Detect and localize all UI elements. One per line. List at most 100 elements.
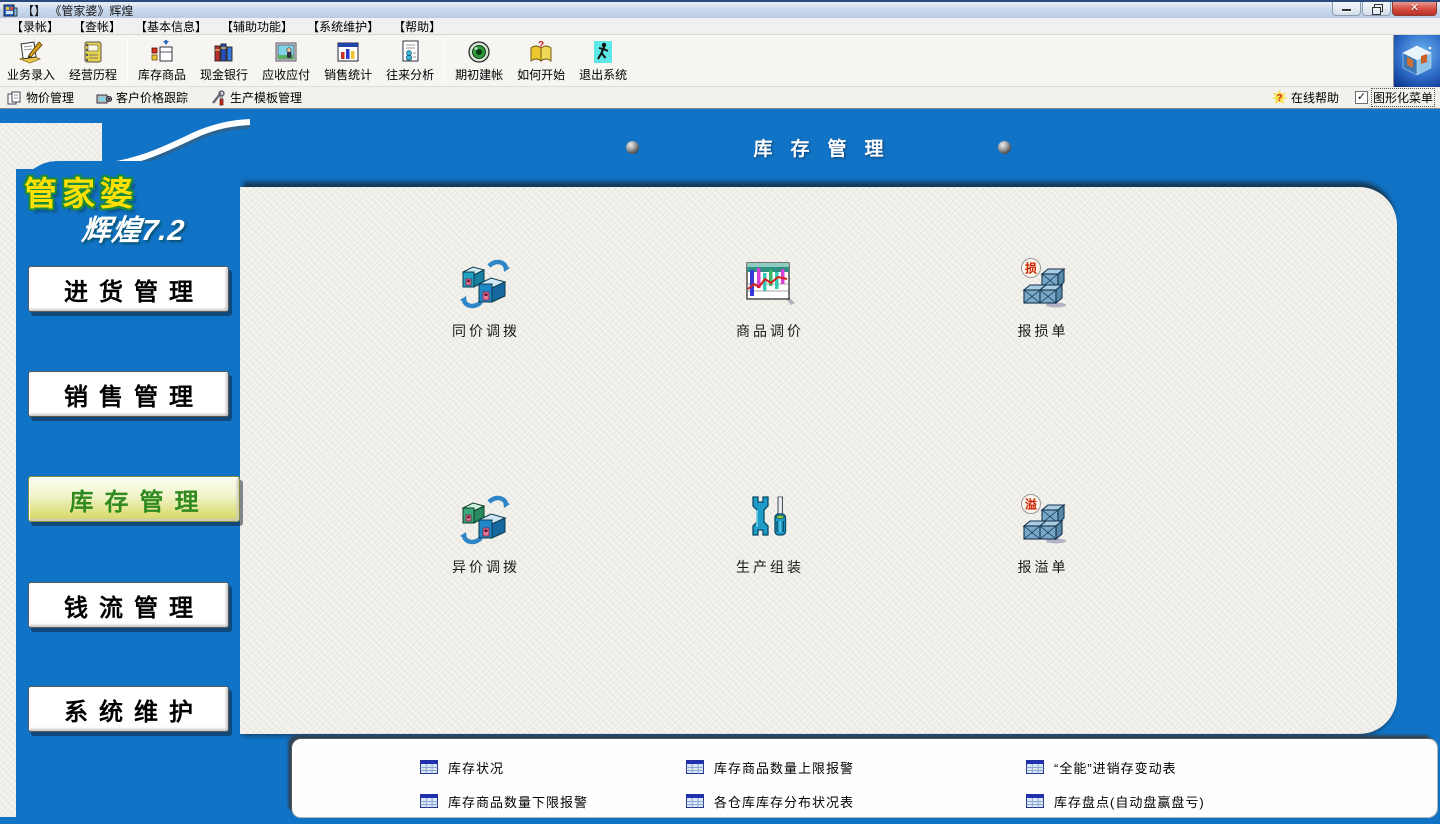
- function-label: 报溢单: [973, 557, 1113, 577]
- inventory-goods-icon: [149, 39, 175, 65]
- main-toolbar: 业务录入 经营历程 库存商品: [0, 35, 1440, 87]
- menu-record[interactable]: 【录帐】: [4, 18, 66, 35]
- toolbar-receivable-payable[interactable]: 应收应付: [255, 35, 317, 86]
- online-help-label: 在线帮助: [1291, 89, 1339, 106]
- main-area: 库存管理 管家婆 辉煌7.2 进货管理 销售管理 库存管理 钱流管理 系统维护: [0, 109, 1440, 823]
- report-link-label: 各仓库库存分布状况表: [714, 792, 854, 811]
- function-label: 生产组装: [700, 557, 840, 577]
- toolbar-cash-bank[interactable]: 现金银行: [193, 35, 255, 86]
- report-link-label: 库存商品数量下限报警: [448, 792, 588, 811]
- report-link-label: “全能”进销存变动表: [1054, 758, 1177, 777]
- menu-aux-functions[interactable]: 【辅助功能】: [214, 18, 300, 35]
- toolbar-label: 如何开始: [517, 66, 565, 83]
- function-overflow-report[interactable]: 溢 报溢单: [973, 493, 1113, 577]
- toolbar-label: 往来分析: [386, 66, 434, 83]
- minimize-button[interactable]: [1332, 2, 1361, 16]
- brand-version-text: 辉煌7.2: [80, 207, 188, 249]
- toolbar-label: 期初建帐: [455, 66, 503, 83]
- report-link-omnipotent-flow-table[interactable]: “全能”进销存变动表: [1026, 758, 1177, 777]
- toolbar2-price-management[interactable]: 物价管理: [6, 89, 74, 106]
- online-help-icon: ?: [1272, 90, 1287, 105]
- menu-bar: 【录帐】 【查帐】 【基本信息】 【辅助功能】 【系统维护】 【帮助】: [0, 18, 1440, 35]
- toolbar-contacts-analysis[interactable]: 往来分析: [379, 35, 441, 86]
- function-loss-report[interactable]: 损 报损单: [973, 257, 1113, 341]
- toolbar-business-entry[interactable]: 业务录入: [0, 35, 62, 86]
- toolbar-label: 业务录入: [7, 66, 55, 83]
- section-header: 库存管理: [240, 127, 1397, 167]
- receivable-payable-icon: [273, 39, 299, 65]
- online-help-button[interactable]: ? 在线帮助: [1272, 89, 1339, 106]
- toolbar-label: 库存商品: [138, 66, 186, 83]
- menu-query[interactable]: 【查帐】: [66, 18, 128, 35]
- menu-help[interactable]: 【帮助】: [386, 18, 448, 35]
- report-link-lower-limit-alarm[interactable]: 库存商品数量下限报警: [420, 792, 686, 811]
- function-label: 同价调拨: [416, 321, 556, 341]
- loss-report-icon: 损: [1016, 257, 1070, 311]
- sidebar-item-inventory-management[interactable]: 库存管理: [28, 476, 240, 522]
- toolbar2-label: 客户价格跟踪: [116, 89, 188, 106]
- loss-badge-text: 损: [1025, 261, 1037, 276]
- report-link-label: 库存盘点(自动盘赢盘亏): [1054, 792, 1205, 811]
- function-label: 报损单: [973, 321, 1113, 341]
- toolbar-sales-statistics[interactable]: 销售统计: [317, 35, 379, 86]
- report-link-upper-limit-alarm[interactable]: 库存商品数量上限报警: [686, 758, 1026, 777]
- toolbar-inventory-goods[interactable]: 库存商品: [131, 35, 193, 86]
- menu-system-maintenance[interactable]: 【系统维护】: [300, 18, 386, 35]
- table-icon: [686, 760, 704, 774]
- toolbar2-label: 物价管理: [26, 89, 74, 106]
- function-goods-price-adjust[interactable]: 商品调价: [700, 257, 840, 341]
- sidebar-item-sales-management[interactable]: 销售管理: [28, 371, 229, 417]
- business-history-icon: [80, 39, 106, 65]
- toolbar2-customer-price-tracking[interactable]: 客户价格跟踪: [96, 89, 188, 106]
- function-label: 商品调价: [700, 321, 840, 341]
- app-icon: [3, 3, 18, 17]
- sidebar-item-purchase-management[interactable]: 进货管理: [28, 266, 229, 312]
- brand-cube-icon: [1397, 41, 1437, 81]
- report-link-warehouse-distribution[interactable]: 各仓库库存分布状况表: [686, 792, 1026, 811]
- table-icon: [1026, 760, 1044, 774]
- goods-price-adjust-icon: [743, 257, 797, 311]
- close-button[interactable]: ✕: [1392, 2, 1437, 16]
- initial-account-icon: [466, 39, 492, 65]
- window-title: 【】 《管家婆》辉煌: [22, 2, 133, 19]
- menu-basic-info[interactable]: 【基本信息】: [128, 18, 214, 35]
- close-icon: ✕: [1410, 3, 1419, 14]
- toolbar2-production-template-management[interactable]: 生产模板管理: [210, 89, 302, 106]
- graphic-menu-checkbox[interactable]: ✓: [1355, 91, 1368, 104]
- function-same-price-transfer[interactable]: 同价调拨: [416, 257, 556, 341]
- cash-bank-icon: [211, 39, 237, 65]
- section-title: 库存管理: [735, 134, 901, 161]
- restore-button[interactable]: [1362, 2, 1391, 16]
- report-link-label: 库存状况: [448, 758, 504, 777]
- toolbar-initial-account[interactable]: 期初建帐: [448, 35, 510, 86]
- toolbar-how-to-start[interactable]: ? 如何开始: [510, 35, 572, 86]
- report-link-inventory-status[interactable]: 库存状况: [420, 758, 686, 777]
- toolbar-label: 现金银行: [200, 66, 248, 83]
- function-diff-price-transfer[interactable]: 异价调拨: [416, 493, 556, 577]
- paper-left-strip: [0, 123, 16, 817]
- business-entry-icon: [18, 39, 44, 65]
- graphic-menu-label: 图形化菜单: [1372, 89, 1434, 106]
- toolbar-label: 经营历程: [69, 66, 117, 83]
- sphere-bullet-icon: [998, 141, 1011, 154]
- toolbar-business-history[interactable]: 经营历程: [62, 35, 124, 86]
- graphic-menu-toggle[interactable]: ✓ 图形化菜单: [1355, 89, 1434, 106]
- table-icon: [420, 794, 438, 808]
- sidebar-item-system-maintenance[interactable]: 系统维护: [28, 686, 229, 732]
- price-management-icon: [6, 90, 22, 106]
- customer-price-tracking-icon: [96, 90, 112, 106]
- brand-cube-logo: [1393, 35, 1440, 87]
- svg-text:?: ?: [1276, 93, 1282, 104]
- sales-statistics-icon: [335, 39, 361, 65]
- sidebar-item-cashflow-management[interactable]: 钱流管理: [28, 582, 229, 628]
- report-row: 库存状况 库存商品数量上限报警: [420, 750, 1437, 784]
- production-template-management-icon: [210, 90, 226, 106]
- sidebar: 管家婆 辉煌7.2 进货管理 销售管理 库存管理 钱流管理 系统维护: [16, 161, 240, 817]
- report-link-stocktaking[interactable]: 库存盘点(自动盘赢盘亏): [1026, 792, 1205, 811]
- sphere-bullet-icon: [626, 141, 639, 154]
- report-panel: 库存状况 库存商品数量上限报警: [292, 739, 1437, 817]
- toolbar-exit-system[interactable]: 退出系统: [572, 35, 634, 86]
- toolbar-label: 退出系统: [579, 66, 627, 83]
- overflow-report-icon: 溢: [1016, 493, 1070, 547]
- function-production-assembly[interactable]: 生产组装: [700, 493, 840, 577]
